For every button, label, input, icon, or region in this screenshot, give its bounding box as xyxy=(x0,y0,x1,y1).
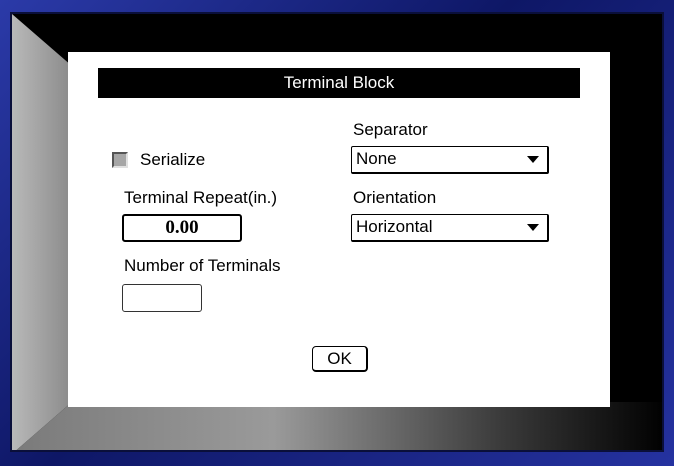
orientation-select[interactable]: Horizontal xyxy=(351,214,549,242)
screen-bevel-bottom xyxy=(12,402,662,450)
separator-value: None xyxy=(356,149,397,168)
orientation-value: Horizontal xyxy=(356,217,433,236)
ok-button[interactable]: OK xyxy=(312,346,368,372)
terminal-repeat-value: 0.00 xyxy=(165,217,199,238)
device-screen: Terminal Block Separator None Serialize … xyxy=(10,12,664,452)
number-of-terminals-input[interactable] xyxy=(122,284,202,312)
serialize-label: Serialize xyxy=(140,150,206,169)
screen-bevel-right xyxy=(606,14,662,450)
number-of-terminals-label: Number of Terminals xyxy=(124,256,281,275)
chevron-down-icon xyxy=(527,156,539,163)
terminal-repeat-label: Terminal Repeat(in.) xyxy=(124,188,278,207)
screen-bevel-left xyxy=(12,14,72,450)
chevron-down-icon xyxy=(527,224,539,231)
orientation-label: Orientation xyxy=(353,188,437,207)
serialize-checkbox[interactable] xyxy=(112,152,128,168)
separator-label: Separator xyxy=(353,120,428,139)
separator-select[interactable]: None xyxy=(351,146,549,174)
number-of-terminals-value xyxy=(123,285,201,311)
terminal-block-dialog: Terminal Block Separator None Serialize … xyxy=(68,52,610,407)
terminal-repeat-input[interactable]: 0.00 xyxy=(122,214,242,242)
dialog-title: Terminal Block xyxy=(98,68,580,98)
